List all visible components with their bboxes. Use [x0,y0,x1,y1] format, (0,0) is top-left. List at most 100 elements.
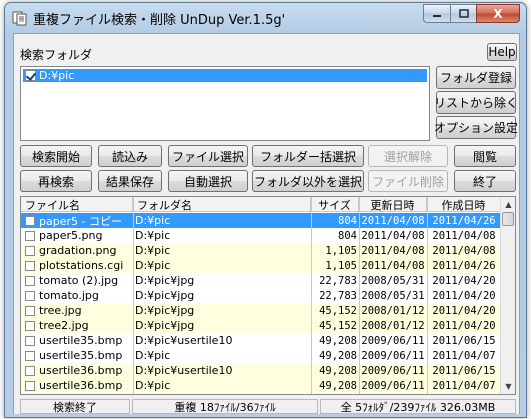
column-header-created[interactable]: 作成日時 [427,197,501,212]
minimize-button[interactable] [423,4,450,23]
table-row[interactable]: tomato (2).jpg D:¥pic¥jpg 22,783 2008/05/31… [21,273,501,288]
row-checkbox[interactable] [25,290,35,301]
row-checkbox[interactable] [25,245,35,256]
file-name-cell: tomato.jpg [25,288,131,303]
row-checkbox[interactable] [25,350,35,361]
column-header-name[interactable]: ファイル名 [21,197,133,212]
table-row[interactable]: tree2.jpg D:¥pic¥jpg 45,152 2008/01/12 2011/… [21,318,501,333]
size-cell: 804 [338,229,357,242]
created-cell: 2011/06/15 [432,364,496,377]
status-totals: 全 5ﾌｫﾙﾀﾞ/239ﾌｧｲﾙ 326.03MB [320,399,516,414]
file-name-cell: usertile36.bmp [25,363,131,378]
status-duplicates: 重複 18ﾌｧｲﾙ/36ﾌｧｲﾙ [132,399,318,414]
select-except-folder-button[interactable]: フォルダ以外を選択 [252,170,364,192]
maximize-button[interactable] [450,4,476,23]
deselect-button[interactable]: 選択解除 [368,145,448,167]
row-checkbox[interactable] [25,260,35,271]
size-cell: 45,152 [319,304,357,317]
column-header-modified[interactable]: 更新日時 [359,197,427,212]
window-title: 重複ファイル検索・削除 UnDup Ver.1.5g' [33,13,286,28]
modified-cell: 2009/06/11 [361,379,425,392]
results-list[interactable]: ファイル名 フォルダ名 サイズ 更新日時 作成日時 paper5 - コピー D:… [20,196,516,395]
table-row[interactable]: usertile35.bmp D:¥pic¥usertile10 49,208 200… [21,333,501,348]
scroll-down-icon[interactable]: ▼ [501,379,515,394]
column-header-folder[interactable]: フォルダ名 [133,197,311,212]
table-row[interactable]: usertile35.bmp D:¥pic 49,208 2009/06/11 2011… [21,348,501,363]
row-checkbox[interactable] [25,215,35,226]
table-row[interactable]: gradation.png D:¥pic 1,105 2011/04/08 2011/0… [21,243,501,258]
browse-button[interactable]: 閲覧 [454,145,516,167]
size-cell: 1,105 [325,244,357,257]
file-name-cell: gradation.png [25,243,131,258]
table-row[interactable]: tomato.jpg D:¥pic¥jpg 22,783 2008/05/31 2011… [21,288,501,303]
table-row[interactable]: tree.jpg D:¥pic¥jpg 45,152 2008/01/12 2011/0… [21,303,501,318]
help-button[interactable]: Help [487,43,517,61]
vertical-scrollbar[interactable]: ▲ ▼ [500,197,515,394]
save-results-button[interactable]: 結果保存 [98,170,162,192]
folder-cell: D:¥pic¥jpg [135,319,195,332]
row-checkbox[interactable] [25,275,35,286]
folder-checkbox[interactable] [25,70,36,81]
column-header-size[interactable]: サイズ [311,197,359,212]
folder-cell: D:¥pic¥usertile10 [135,364,233,377]
exit-button[interactable]: 終了 [454,170,516,192]
close-button[interactable]: X [476,4,520,23]
delete-files-button[interactable]: ファイル削除 [368,170,448,192]
row-checkbox[interactable] [25,230,35,241]
folder-cell: D:¥pic [135,379,171,392]
table-row[interactable]: paper5 - コピー D:¥pic 804 2011/04/08 2011/04/2… [21,213,501,228]
title-bar[interactable]: 重複ファイル検索・削除 UnDup Ver.1.5g' X [5,3,526,33]
row-checkbox[interactable] [25,380,35,391]
row-checkbox[interactable] [25,365,35,376]
folder-path: D:¥pic [39,69,75,82]
select-files-button[interactable]: ファイル選択 [168,145,248,167]
load-button[interactable]: 読込み [98,145,162,167]
maximize-icon [458,8,469,18]
created-cell: 2011/04/07 [432,379,496,392]
folder-list-item[interactable]: D:¥pic [23,69,427,82]
search-folder-list[interactable]: D:¥pic [20,66,430,141]
folder-cell: D:¥pic [135,349,171,362]
research-button[interactable]: 再検索 [20,170,92,192]
scroll-thumb[interactable] [502,212,514,226]
select-folder-all-button[interactable]: フォルダー括選択 [252,145,364,167]
size-cell: 45,152 [319,319,357,332]
table-row[interactable]: plotstations.cgi D:¥pic 1,105 2011/04/08 201… [21,258,501,273]
size-cell: 22,783 [319,289,357,302]
file-name: usertile36.bmp [39,364,123,377]
remove-from-list-button[interactable]: リストから除く [434,91,518,114]
created-cell: 2011/06/15 [432,334,496,347]
folder-cell: D:¥pic¥jpg [135,304,195,317]
results-header: ファイル名 フォルダ名 サイズ 更新日時 作成日時 [21,197,501,212]
table-row[interactable]: usertile36.bmp D:¥pic¥usertile10 49,208 200… [21,363,501,378]
table-row[interactable]: paper5.png D:¥pic 804 2011/04/08 2011/04/08 [21,228,501,243]
auto-select-button[interactable]: 自動選択 [168,170,248,192]
column-separator [133,197,134,394]
file-name: gradation.png [39,244,117,257]
table-row[interactable]: usertile36.bmp D:¥pic 49,208 2009/06/11 2011… [21,378,501,393]
file-name-cell: tomato (2).jpg [25,273,131,288]
status-state: 検索終了 [20,399,130,414]
folder-cell: D:¥pic [135,244,171,257]
created-cell: 2011/04/20 [432,289,496,302]
option-settings-button[interactable]: オプション設定 [434,116,518,139]
file-name: usertile35.bmp [39,334,123,347]
created-cell: 2011/04/08 [432,229,496,242]
size-cell: 49,208 [319,349,357,362]
scroll-up-icon[interactable]: ▲ [501,197,515,212]
size-cell: 49,208 [319,334,357,347]
file-name: tomato (2).jpg [39,274,119,287]
close-icon: X [493,6,503,21]
file-name-cell: usertile36.bmp [25,378,131,393]
created-cell: 2011/04/26 [432,214,496,227]
register-folder-button[interactable]: フォルダ登録 [436,66,516,89]
row-checkbox[interactable] [25,305,35,316]
modified-cell: 2011/04/08 [361,244,425,257]
start-search-button[interactable]: 検索開始 [20,145,92,167]
row-checkbox[interactable] [25,320,35,331]
file-name: plotstations.cgi [39,259,124,272]
file-name-cell: paper5.png [25,228,131,243]
modified-cell: 2008/05/31 [361,289,425,302]
row-checkbox[interactable] [25,335,35,346]
file-name-cell: plotstations.cgi [25,258,131,273]
